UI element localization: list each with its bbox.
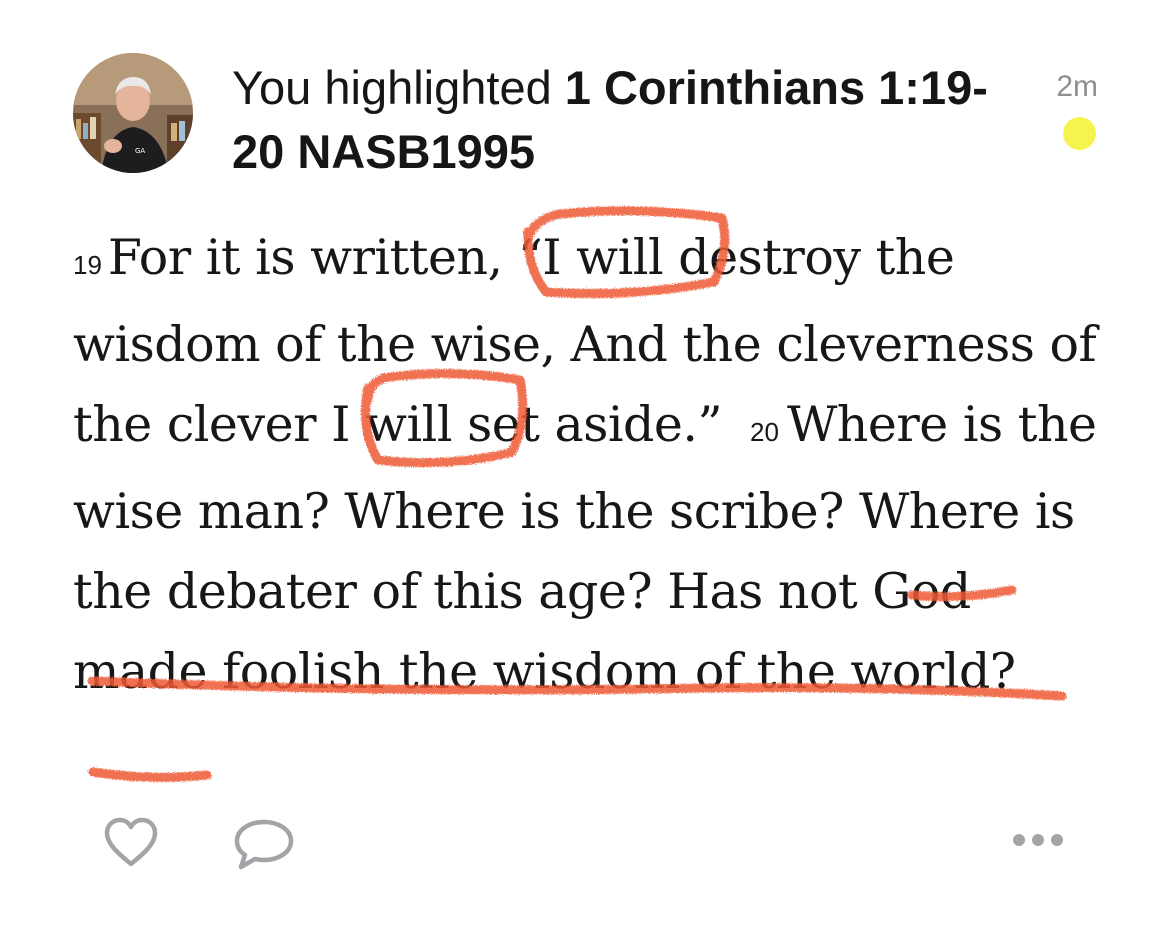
more-options-button[interactable] — [1011, 827, 1065, 853]
activity-title: You highlighted 1 Corinthians 1:19-20 NA… — [232, 56, 992, 184]
timestamp: 2m — [1056, 70, 1098, 103]
comment-button[interactable] — [233, 817, 295, 871]
verse-number: 20 — [750, 417, 779, 447]
heart-icon — [104, 817, 158, 867]
more-icon — [1013, 834, 1063, 846]
avatar[interactable]: GA — [73, 53, 193, 173]
underline-annotation — [88, 767, 212, 782]
activity-prefix: You highlighted — [232, 61, 565, 114]
svg-text:GA: GA — [135, 147, 145, 155]
highlight-color-dot — [1063, 117, 1096, 150]
verse-text[interactable]: 19 For it is written, “I will destroy the… — [73, 218, 1103, 712]
verse-number: 19 — [73, 250, 102, 280]
comment-icon — [234, 819, 294, 870]
like-button[interactable] — [103, 815, 159, 869]
avatar-photo: GA — [73, 53, 193, 173]
